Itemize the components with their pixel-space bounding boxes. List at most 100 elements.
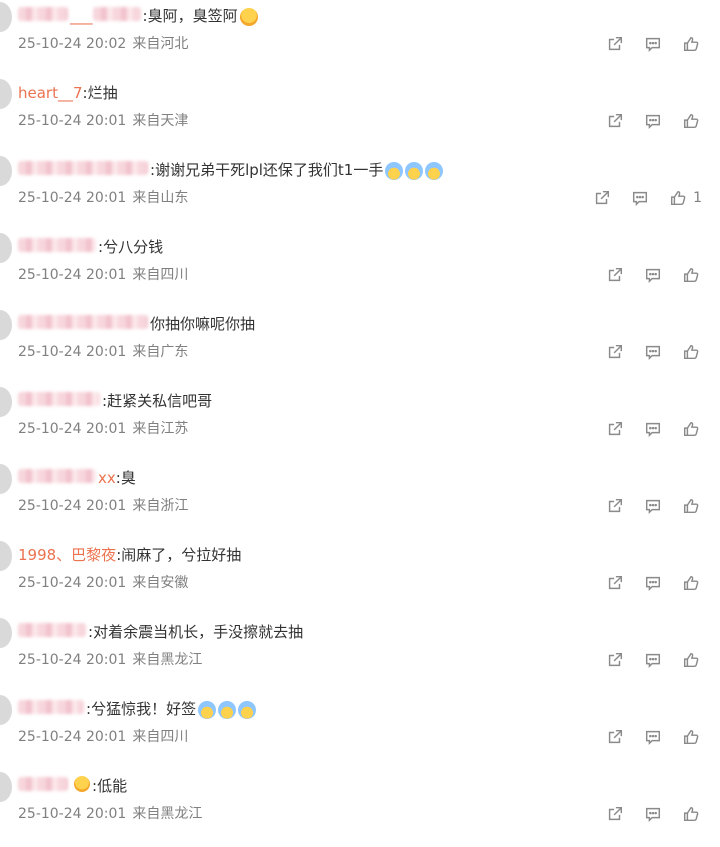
like-icon <box>682 574 700 592</box>
username-text: 1998、巴黎夜 <box>18 546 117 564</box>
comment-item: : 低能 25-10-24 20:01 来自黑龙江 <box>0 770 720 847</box>
avatar[interactable] <box>0 772 12 802</box>
timestamp: 25-10-24 20:02 <box>18 36 127 52</box>
comment-meta: 25-10-24 20:01 来自四川 <box>18 728 188 746</box>
reply-button[interactable] <box>642 803 664 825</box>
like-button[interactable] <box>680 110 702 132</box>
comment-item: : 兮八分钱 25-10-24 20:01 来自四川 <box>0 231 720 308</box>
like-button[interactable] <box>680 264 702 286</box>
reply-button[interactable] <box>642 572 664 594</box>
share-icon <box>606 805 624 823</box>
like-button[interactable] <box>680 33 702 55</box>
share-icon <box>593 189 611 207</box>
username-link[interactable] <box>18 159 150 181</box>
reply-button[interactable] <box>642 33 664 55</box>
username-suffix: xx <box>98 469 116 487</box>
like-button[interactable] <box>667 187 689 209</box>
share-button[interactable] <box>591 187 613 209</box>
avatar[interactable] <box>0 618 12 648</box>
location: 来自山东 <box>132 190 189 206</box>
like-button[interactable] <box>680 418 702 440</box>
username-link[interactable] <box>18 775 92 797</box>
avatar[interactable] <box>0 233 12 263</box>
share-button[interactable] <box>604 110 626 132</box>
reply-button[interactable] <box>642 110 664 132</box>
blurred-username <box>18 469 96 483</box>
timestamp: 25-10-24 20:01 <box>18 806 127 822</box>
like-icon <box>682 35 700 53</box>
comment-icon <box>644 574 662 592</box>
comment-item: xx: 臭 25-10-24 20:01 来自浙江 <box>0 462 720 539</box>
blurred-username <box>18 700 84 714</box>
like-button[interactable] <box>680 803 702 825</box>
like-button[interactable] <box>680 341 702 363</box>
avatar[interactable] <box>0 695 12 725</box>
share-button[interactable] <box>604 649 626 671</box>
share-button[interactable] <box>604 495 626 517</box>
username-link[interactable] <box>18 390 102 412</box>
share-icon <box>606 266 624 284</box>
username-link[interactable] <box>18 698 86 720</box>
reply-button[interactable] <box>642 341 664 363</box>
username-link[interactable]: xx <box>18 467 116 489</box>
comment-icon <box>644 266 662 284</box>
like-button[interactable] <box>680 726 702 748</box>
comment-actions <box>588 571 702 595</box>
avatar[interactable] <box>0 2 12 32</box>
comment-item: : 谢谢兄弟干死lpl还保了我们t1一手 25-10-24 20:01 来自山东 1 <box>0 154 720 231</box>
avatar[interactable] <box>0 464 12 494</box>
username-link[interactable] <box>18 236 98 258</box>
share-button[interactable] <box>604 726 626 748</box>
avatar[interactable] <box>0 156 12 186</box>
avatar[interactable] <box>0 387 12 417</box>
comment-line: : 兮猛惊我！好签 <box>18 698 257 720</box>
username-link[interactable]: heart__7 <box>18 82 83 104</box>
comment-meta: 25-10-24 20:01 来自天津 <box>18 112 188 130</box>
timestamp: 25-10-24 20:01 <box>18 498 127 514</box>
reply-button[interactable] <box>642 418 664 440</box>
comment-icon <box>644 805 662 823</box>
avatar[interactable] <box>0 310 12 340</box>
timestamp: 25-10-24 20:01 <box>18 190 127 206</box>
comment-item: : 对着余震当机长，手没擦就去抽 25-10-24 20:01 来自黑龙江 <box>0 616 720 693</box>
share-button[interactable] <box>604 341 626 363</box>
like-icon <box>682 420 700 438</box>
comment-actions <box>588 340 702 364</box>
avatar[interactable] <box>0 541 12 571</box>
share-icon <box>606 343 624 361</box>
share-button[interactable] <box>604 418 626 440</box>
blurred-username <box>18 392 100 406</box>
like-button[interactable] <box>680 572 702 594</box>
comment-line: : 谢谢兄弟干死lpl还保了我们t1一手 <box>18 159 444 181</box>
username-link[interactable]: ___ <box>18 5 143 27</box>
username-link[interactable] <box>18 621 88 643</box>
avatar[interactable] <box>0 79 12 109</box>
username-link[interactable]: 1998、巴黎夜 <box>18 544 116 566</box>
reply-button[interactable] <box>642 649 664 671</box>
username-link[interactable] <box>18 313 150 335</box>
comment-icon <box>644 420 662 438</box>
share-icon <box>606 651 624 669</box>
reply-button[interactable] <box>629 187 651 209</box>
blurred-username <box>18 623 86 637</box>
location: 来自浙江 <box>132 498 189 514</box>
like-button[interactable] <box>680 649 702 671</box>
reply-button[interactable] <box>642 495 664 517</box>
comment-item: 你抽你嘛呢你抽 25-10-24 20:01 来自广东 <box>0 308 720 385</box>
blurred-username <box>18 315 148 329</box>
share-button[interactable] <box>604 264 626 286</box>
share-button[interactable] <box>604 33 626 55</box>
like-button[interactable] <box>680 495 702 517</box>
emoji-icon <box>405 162 424 180</box>
share-button[interactable] <box>604 803 626 825</box>
reply-button[interactable] <box>642 726 664 748</box>
share-icon <box>606 574 624 592</box>
comment-item: 1998、巴黎夜: 闹麻了，兮拉好抽 25-10-24 20:01 来自安徽 <box>0 539 720 616</box>
share-button[interactable] <box>604 572 626 594</box>
reply-button[interactable] <box>642 264 664 286</box>
comment-text: 臭阿，臭签阿 <box>147 7 238 25</box>
comment-meta: 25-10-24 20:01 来自浙江 <box>18 497 188 515</box>
username-text: heart__7 <box>18 84 83 102</box>
blurred-username <box>18 777 68 791</box>
share-icon <box>606 35 624 53</box>
